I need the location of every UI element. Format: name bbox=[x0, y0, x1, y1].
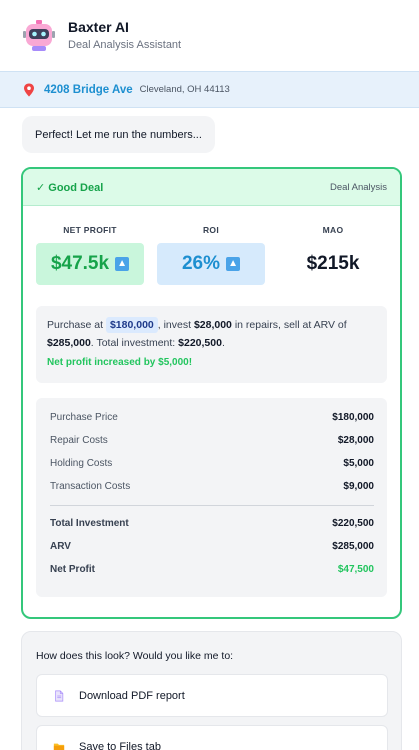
followup-question: How does this look? Would you like me to… bbox=[36, 650, 234, 662]
deal-summary-text: Purchase at $180,000, invest $28,000 in … bbox=[47, 316, 377, 352]
row-label: Net Profit bbox=[50, 564, 95, 575]
row-value: $220,500 bbox=[332, 518, 374, 529]
arrow-up-icon: ▲ bbox=[226, 257, 241, 271]
row-label: Holding Costs bbox=[50, 458, 113, 469]
followup-panel: How does this look? Would you like me to… bbox=[21, 631, 402, 750]
breakdown-row-repair-costs: Repair Costs $28,000 bbox=[50, 429, 374, 452]
download-pdf-label: Download PDF report bbox=[79, 689, 185, 702]
row-label: ARV bbox=[50, 541, 71, 552]
row-value: $285,000 bbox=[332, 541, 374, 552]
download-pdf-button[interactable]: Download PDF report bbox=[36, 674, 388, 717]
arrow-up-icon: ▲ bbox=[115, 257, 130, 271]
folder-icon bbox=[53, 740, 65, 750]
property-street[interactable]: 4208 Bridge Ave bbox=[44, 84, 133, 96]
breakdown-row-purchase-price: Purchase Price $180,000 bbox=[50, 406, 374, 429]
profit-change-note: Net profit increased by $5,000! bbox=[47, 357, 193, 368]
deal-analysis-card: ✓ Good Deal Deal Analysis NET PROFIT $47… bbox=[21, 167, 402, 619]
breakdown-divider bbox=[50, 505, 374, 506]
summary-fragment: Purchase at bbox=[47, 319, 106, 331]
assistant-message: Perfect! Let me run the numbers... bbox=[22, 116, 215, 153]
row-value: $9,000 bbox=[343, 481, 374, 492]
metric-net-profit: NET PROFIT $47.5k ▲ bbox=[36, 225, 144, 285]
cost-breakdown: Purchase Price $180,000 Repair Costs $28… bbox=[36, 398, 387, 597]
property-address-bar: 4208 Bridge Ave Cleveland, OH 44113 bbox=[0, 71, 419, 108]
row-value: $28,000 bbox=[337, 435, 374, 446]
assistant-name: Baxter AI bbox=[68, 19, 129, 35]
property-city: Cleveland, OH 44113 bbox=[139, 84, 230, 95]
purchase-price-highlight[interactable]: $180,000 bbox=[105, 317, 158, 333]
document-icon bbox=[53, 689, 65, 703]
row-label: Total Investment bbox=[50, 518, 129, 529]
metric-label: ROI bbox=[202, 225, 219, 235]
metric-label: NET PROFIT bbox=[63, 225, 117, 235]
metric-value: 26% bbox=[181, 253, 221, 274]
row-value: $180,000 bbox=[332, 412, 374, 423]
deal-status-badge: ✓ Good Deal bbox=[36, 181, 104, 194]
arv-amount: $285,000 bbox=[47, 337, 91, 349]
breakdown-row-arv: ARV $285,000 bbox=[50, 535, 374, 558]
save-to-files-button[interactable]: Save to Files tab bbox=[36, 725, 388, 750]
metric-value-box: 26% ▲ bbox=[157, 243, 265, 285]
robot-icon bbox=[22, 18, 56, 52]
total-investment-amount: $220,500 bbox=[178, 337, 222, 349]
deal-summary: Purchase at $180,000, invest $28,000 in … bbox=[36, 306, 387, 383]
summary-fragment: , invest bbox=[157, 319, 194, 331]
assistant-message-text: Perfect! Let me run the numbers... bbox=[35, 128, 202, 141]
breakdown-row-total-investment: Total Investment $220,500 bbox=[50, 512, 374, 535]
repair-amount: $28,000 bbox=[193, 319, 232, 331]
chat-header: Baxter AI Deal Analysis Assistant bbox=[0, 0, 419, 70]
assistant-subtitle: Deal Analysis Assistant bbox=[68, 39, 182, 51]
breakdown-row-transaction-costs: Transaction Costs $9,000 bbox=[50, 475, 374, 498]
row-label: Repair Costs bbox=[50, 435, 108, 446]
summary-fragment: in repairs, sell at ARV of bbox=[231, 319, 347, 331]
metric-value-box: $215k bbox=[279, 243, 387, 285]
row-label: Transaction Costs bbox=[50, 481, 131, 492]
breakdown-row-holding-costs: Holding Costs $5,000 bbox=[50, 452, 374, 475]
summary-fragment: . bbox=[221, 337, 225, 349]
breakdown-row-net-profit: Net Profit $47,500 bbox=[50, 558, 374, 581]
metric-roi: ROI 26% ▲ bbox=[157, 225, 265, 285]
metric-mao: MAO $215k bbox=[279, 225, 387, 285]
map-pin-icon bbox=[23, 83, 35, 97]
metric-value: $215k bbox=[306, 253, 360, 274]
row-value: $47,500 bbox=[337, 564, 374, 575]
save-to-files-label: Save to Files tab bbox=[79, 740, 161, 750]
deal-card-label: Deal Analysis bbox=[329, 181, 387, 193]
summary-fragment: . Total investment: bbox=[90, 337, 179, 349]
deal-card-header: ✓ Good Deal Deal Analysis bbox=[23, 169, 400, 206]
row-value: $5,000 bbox=[343, 458, 374, 469]
metric-value-box: $47.5k ▲ bbox=[36, 243, 144, 285]
row-label: Purchase Price bbox=[50, 412, 118, 423]
metric-label: MAO bbox=[322, 225, 344, 235]
metric-value: $47.5k bbox=[50, 253, 110, 274]
key-metrics: NET PROFIT $47.5k ▲ ROI 26% ▲ MAO $215k bbox=[23, 225, 400, 295]
